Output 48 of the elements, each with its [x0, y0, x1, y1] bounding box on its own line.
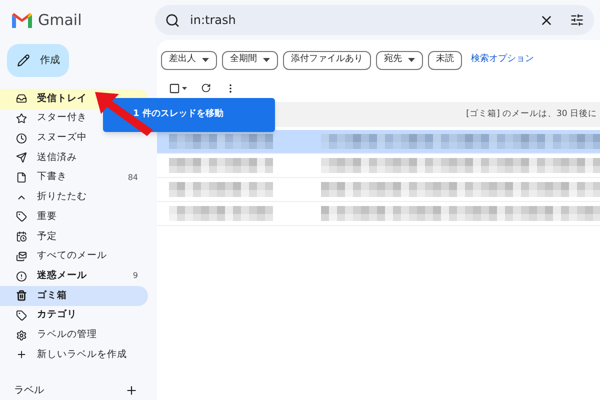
filter-chip[interactable]: 宛先: [376, 50, 423, 70]
email-row[interactable]: [157, 130, 600, 154]
sidebar-item[interactable]: ラベルの管理: [0, 325, 148, 345]
sidebar-item[interactable]: カテゴリ: [0, 306, 148, 326]
app-name: Gmail: [38, 10, 82, 31]
search-icon: [165, 12, 180, 28]
send-icon: [16, 152, 27, 164]
file-icon: [16, 172, 27, 184]
sliders-icon[interactable]: [570, 13, 584, 27]
filter-chip[interactable]: 未読: [428, 50, 462, 70]
plus-icon[interactable]: [125, 384, 138, 397]
sidebar-item[interactable]: 重要: [0, 207, 148, 227]
sidebar-item[interactable]: 送信済み: [0, 148, 148, 168]
notice-text: [ゴミ箱] のメールは、30 日後に: [466, 108, 597, 121]
filter-chip[interactable]: 差出人: [161, 50, 217, 70]
inbox-icon: [16, 93, 27, 104]
caret-icon[interactable]: [182, 86, 187, 90]
mail-stack-icon: [16, 250, 27, 262]
checkbox-icon[interactable]: [169, 82, 180, 94]
label-icon: [16, 211, 27, 222]
plus-icon: [16, 349, 27, 360]
calendar-icon: [16, 231, 27, 242]
sidebar-item[interactable]: 迷惑メール 9: [0, 266, 148, 286]
alert-icon: [16, 270, 27, 282]
gear-icon: [16, 330, 27, 341]
star-icon: [16, 113, 27, 124]
advanced-search-link[interactable]: 検索オプション: [471, 53, 534, 67]
search-value: in:trash: [190, 12, 237, 29]
label-icon: [16, 310, 27, 321]
compose-button[interactable]: 作成: [7, 44, 69, 77]
filter-chip[interactable]: 全期間: [222, 50, 278, 70]
refresh-icon[interactable]: [201, 83, 211, 93]
item-count: 84: [128, 172, 138, 184]
filter-chip[interactable]: 添付ファイルあり: [283, 50, 371, 70]
sidebar-item[interactable]: 予定: [0, 226, 148, 246]
labels-heading: ラベル: [14, 384, 45, 398]
sidebar-item[interactable]: ゴミ箱: [0, 286, 148, 306]
clock-icon: [16, 132, 27, 144]
sidebar-item[interactable]: すべてのメール: [0, 246, 148, 266]
pencil-icon: [17, 54, 30, 67]
item-count: 9: [132, 270, 138, 282]
gmail-logo-icon: [12, 12, 32, 28]
sidebar-item[interactable]: 折りたたむ: [0, 187, 148, 208]
trash-icon: [16, 290, 27, 302]
search-field[interactable]: in:trash: [155, 5, 594, 35]
sidebar-item[interactable]: 新しいラベルを作成: [0, 344, 148, 365]
drag-tooltip: 1 件のスレッドを移動: [103, 98, 275, 132]
sidebar-item[interactable]: 下書き 84: [0, 168, 148, 188]
